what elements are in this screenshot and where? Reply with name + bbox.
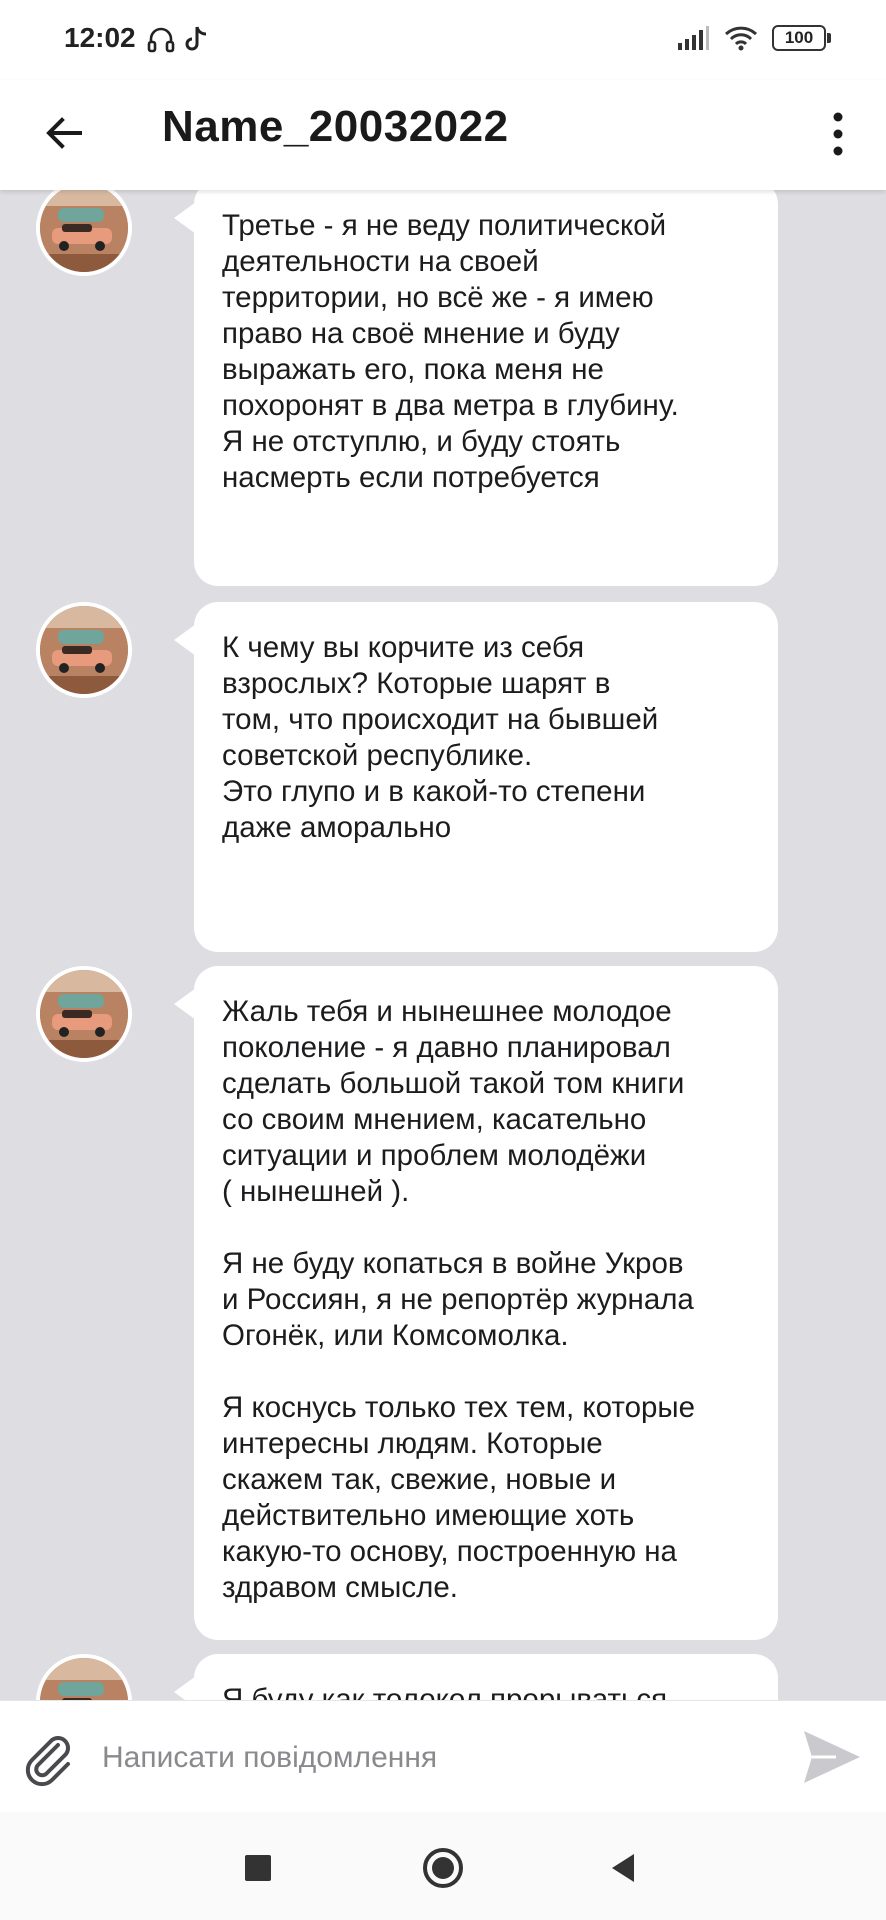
message-bubble[interactable]: Я буду как толокол прорываться — [174, 1654, 778, 1700]
message-input[interactable] — [100, 1731, 764, 1785]
avatar-car-image — [40, 970, 128, 1058]
home-button[interactable] — [419, 1844, 467, 1892]
more-options-button[interactable] — [824, 106, 852, 162]
headphones-icon — [147, 27, 175, 53]
chat-header: Name_20032022 — [0, 80, 886, 190]
avatar-car-image — [40, 1658, 128, 1700]
message-bubble[interactable]: К чему вы корчите из себя взрослых? Кото… — [174, 602, 778, 952]
message-bubble[interactable]: Третье - я не веду политической деятельн… — [174, 190, 778, 586]
message-text: Третье - я не веду политической деятельн… — [222, 209, 679, 494]
wifi-icon — [724, 26, 758, 51]
status-time: 12:02 — [64, 22, 136, 53]
avatar[interactable] — [36, 190, 132, 276]
back-button[interactable] — [40, 108, 90, 158]
status-bar: 12:02 100 — [0, 0, 886, 80]
avatar[interactable] — [36, 1654, 132, 1700]
avatar[interactable] — [36, 966, 132, 1062]
avatar[interactable] — [36, 602, 132, 698]
chat-title: Name_20032022 — [162, 102, 509, 151]
avatar-car-image — [40, 606, 128, 694]
avatar-car-image — [40, 190, 128, 272]
message-bubble[interactable]: Жаль тебя и нынешнее молодое поколение -… — [174, 966, 778, 1640]
back-nav-button[interactable] — [600, 1844, 648, 1892]
message-composer — [0, 1700, 886, 1813]
attach-button[interactable] — [20, 1729, 80, 1789]
message-list[interactable]: Третье - я не веду политической деятельн… — [0, 190, 886, 1700]
message-text: К чему вы корчите из себя взрослых? Кото… — [222, 631, 659, 844]
signal-icon — [678, 26, 709, 50]
message-text: Жаль тебя и нынешнее молодое поколение -… — [222, 995, 696, 1604]
battery-icon: 100 — [772, 25, 831, 51]
send-button[interactable] — [800, 1725, 864, 1789]
system-navigation-bar — [0, 1812, 886, 1920]
tiktok-icon — [185, 26, 207, 51]
recents-button[interactable] — [234, 1844, 282, 1892]
message-text: Я буду как толокол прорываться — [222, 1683, 668, 1700]
